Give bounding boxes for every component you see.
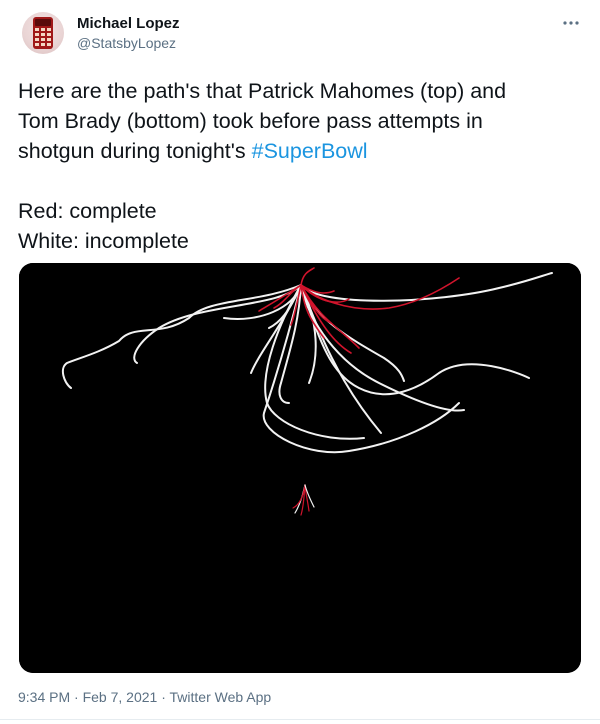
calculator-avatar-icon xyxy=(33,17,53,49)
tweet-metadata: 9:34 PM · Feb 7, 2021 · Twitter Web App xyxy=(18,689,271,705)
author-handle[interactable]: @StatsbyLopez xyxy=(77,35,176,51)
tweet-line-3: shotgun during tonight's #SuperBowl xyxy=(18,136,578,166)
tweet-line-3-text: shotgun during tonight's xyxy=(18,139,252,163)
tweet-time[interactable]: 9:34 PM xyxy=(18,689,70,705)
legend-white-text: White: incomplete xyxy=(18,229,189,253)
meta-separator: · xyxy=(157,689,170,705)
hashtag-link[interactable]: #SuperBowl xyxy=(252,139,368,163)
meta-separator: · xyxy=(70,689,83,705)
author-name[interactable]: Michael Lopez xyxy=(77,15,180,32)
tweet-text: Here are the path's that Patrick Mahomes… xyxy=(18,76,578,256)
divider xyxy=(0,719,600,720)
tweet-date[interactable]: Feb 7, 2021 xyxy=(83,689,158,705)
avatar[interactable] xyxy=(22,12,64,54)
tweet-line-2: Tom Brady (bottom) took before pass atte… xyxy=(18,109,483,133)
legend-red-text: Red: complete xyxy=(18,199,157,223)
tweet-card: Michael Lopez @StatsbyLopez Here are the… xyxy=(0,0,600,724)
tweet-media-image[interactable] xyxy=(19,263,581,673)
source-app[interactable]: Twitter Web App xyxy=(170,689,272,705)
path-trajectories-image xyxy=(19,263,581,673)
more-options-icon[interactable] xyxy=(559,14,583,32)
tweet-line-1: Here are the path's that Patrick Mahomes… xyxy=(18,79,507,103)
